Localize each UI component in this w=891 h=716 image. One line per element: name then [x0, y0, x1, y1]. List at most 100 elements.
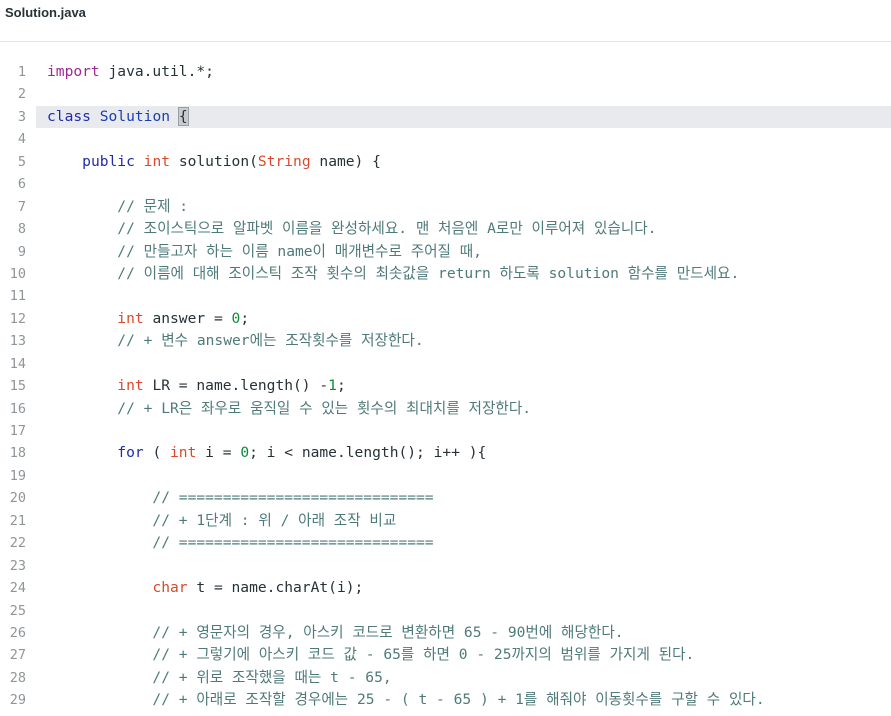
code-line[interactable]: 18 for ( int i = 0; i < name.length(); i… [0, 442, 891, 464]
line-number: 27 [9, 647, 26, 664]
code-token: LR = name.length() - [143, 377, 329, 395]
line-number: 24 [9, 580, 26, 597]
code-line[interactable]: 16 // + LR은 좌우로 움직일 수 있는 횟수의 최대치를 저장한다. [0, 398, 891, 420]
code-line[interactable]: 22 // ============================= [0, 532, 891, 554]
code-line[interactable]: 27 // + 그렇기에 아스키 코드 값 - 65를 하면 0 - 25까지의… [0, 644, 891, 666]
code-line[interactable]: 13 // + 변수 answer에는 조작횟수를 저장한다. [0, 330, 891, 352]
code-text: // ============================= [47, 487, 433, 509]
line-number: 10 [9, 265, 26, 282]
code-line[interactable]: 8 // 조이스틱으로 알파벳 이름을 완성하세요. 맨 처음엔 A로만 이루어… [0, 218, 891, 240]
code-token: { [177, 106, 189, 126]
file-tab-title[interactable]: Solution.java [5, 5, 86, 20]
code-line[interactable]: 10 // 이름에 대해 조이스틱 조작 횟수의 최솟값을 return 하도록… [0, 263, 891, 285]
code-text: // + 영문자의 경우, 아스키 코드로 변환하면 65 - 90번에 해당한… [47, 622, 624, 644]
code-text: int LR = name.length() -1; [47, 375, 346, 397]
line-number: 21 [9, 512, 26, 529]
code-text: // + 위로 조작했을 때는 t - 65, [47, 667, 392, 689]
code-line[interactable]: 7 // 문제 : [0, 196, 891, 218]
code-token: char [152, 579, 188, 597]
line-number: 13 [9, 333, 26, 350]
code-line[interactable]: 11 [0, 285, 891, 307]
line-number: 9 [17, 243, 26, 260]
code-line[interactable]: 26 // + 영문자의 경우, 아스키 코드로 변환하면 65 - 90번에 … [0, 622, 891, 644]
code-line[interactable]: 9 // 만들고자 하는 이름 name이 매개변수로 주어질 때, [0, 241, 891, 263]
code-line[interactable]: 20 // ============================= [0, 487, 891, 509]
code-comment: // 이름에 대해 조이스틱 조작 횟수의 최솟값을 return 하도록 so… [47, 264, 740, 282]
code-token: Solution [99, 107, 171, 125]
code-line[interactable]: 6 [0, 173, 891, 195]
code-line[interactable]: 3 class Solution { [0, 105, 891, 129]
line-number: 23 [9, 557, 26, 574]
code-token: 1 [328, 377, 337, 395]
code-line[interactable]: 19 [0, 465, 891, 487]
code-token: ( [143, 444, 171, 462]
code-text: // 이름에 대해 조이스틱 조작 횟수의 최솟값을 return 하도록 so… [47, 263, 739, 285]
editor-tab-bar: Solution.java [0, 0, 891, 42]
code-token: 0 [240, 444, 250, 462]
code-token: answer = [143, 309, 232, 327]
code-line[interactable]: 21 // + 1단계 : 위 / 아래 조작 비교 [0, 510, 891, 532]
code-token: int [170, 444, 197, 462]
code-comment: // + 위로 조작했을 때는 t - 65, [47, 668, 392, 686]
code-line[interactable]: 29 // + 아래로 조작할 경우에는 25 - ( t - 65 ) + 1… [0, 689, 891, 711]
code-text: class Solution { [47, 106, 189, 128]
code-comment: // + 영문자의 경우, 아스키 코드로 변환하면 65 - 90번에 해당한… [47, 623, 624, 641]
code-line[interactable]: 17 [0, 420, 891, 442]
code-line[interactable]: 28 // + 위로 조작했을 때는 t - 65, [0, 667, 891, 689]
line-number: 1 [17, 64, 26, 80]
code-token: ; i < name.length(); i++ ){ [249, 444, 487, 462]
line-number: 20 [9, 490, 26, 507]
code-line[interactable]: 14 [0, 353, 891, 375]
code-token: public [82, 152, 135, 170]
code-token: ; [336, 377, 346, 395]
code-token: int [117, 309, 144, 327]
code-text: // + 그렇기에 아스키 코드 값 - 65를 하면 0 - 25까지의 범위… [47, 644, 694, 666]
code-text: // ============================= [47, 532, 433, 554]
code-text: for ( int i = 0; i < name.length(); i++ … [47, 442, 486, 464]
code-comment: // + 그렇기에 아스키 코드 값 - 65를 하면 0 - 25까지의 범위… [47, 646, 695, 664]
code-text: // + LR은 좌우로 움직일 수 있는 횟수의 최대치를 저장한다. [47, 398, 531, 420]
code-token: int [143, 152, 171, 170]
code-token: ; [240, 309, 250, 327]
code-text: // + 1단계 : 위 / 아래 조작 비교 [47, 510, 396, 532]
code-text: // 조이스틱으로 알파벳 이름을 완성하세요. 맨 처음엔 A로만 이루어져 … [47, 218, 656, 240]
code-token: name) { [310, 152, 381, 170]
code-line[interactable]: 2 [0, 83, 891, 105]
code-token: 0 [231, 309, 241, 327]
line-number: 3 [17, 108, 26, 125]
code-line[interactable]: 1 import java.util.*; [0, 61, 891, 83]
code-token: for [117, 444, 144, 462]
code-text: // 문제 : [47, 196, 188, 218]
line-number: 25 [9, 602, 26, 619]
code-comment: // 문제 : [47, 197, 189, 215]
code-comment: // + 1단계 : 위 / 아래 조작 비교 [47, 511, 397, 529]
line-number: 26 [9, 624, 26, 641]
code-token: int [117, 377, 144, 395]
code-editor[interactable]: 1 import java.util.*; 2 3 class Solution {4 5… [0, 61, 891, 712]
code-line[interactable]: 25 [0, 600, 891, 622]
line-number: 19 [9, 467, 26, 484]
code-token: import [47, 63, 100, 80]
code-token: t = name.charAt(i); [187, 579, 364, 597]
text-cursor [187, 107, 189, 126]
line-number: 11 [9, 288, 26, 305]
code-text: // 만들고자 하는 이름 name이 매개변수로 주어질 때, [47, 241, 482, 263]
line-number: 6 [17, 176, 26, 193]
code-token: class [47, 107, 91, 125]
code-token: i = [196, 444, 241, 462]
code-token: String [257, 152, 311, 170]
code-text: public int solution(String name) { [47, 151, 381, 173]
code-line[interactable]: 12 int answer = 0; [0, 308, 891, 330]
line-number: 7 [17, 198, 26, 215]
code-line[interactable]: 23 [0, 555, 891, 577]
code-line[interactable]: 4 [0, 128, 891, 150]
code-line[interactable]: 5 public int solution(String name) { [0, 151, 891, 173]
line-number: 17 [9, 423, 26, 439]
code-line[interactable]: 24 char t = name.charAt(i); [0, 577, 891, 599]
code-comment: // 만들고자 하는 이름 name이 매개변수로 주어질 때, [47, 242, 482, 260]
code-line[interactable]: 15 int LR = name.length() -1; [0, 375, 891, 397]
